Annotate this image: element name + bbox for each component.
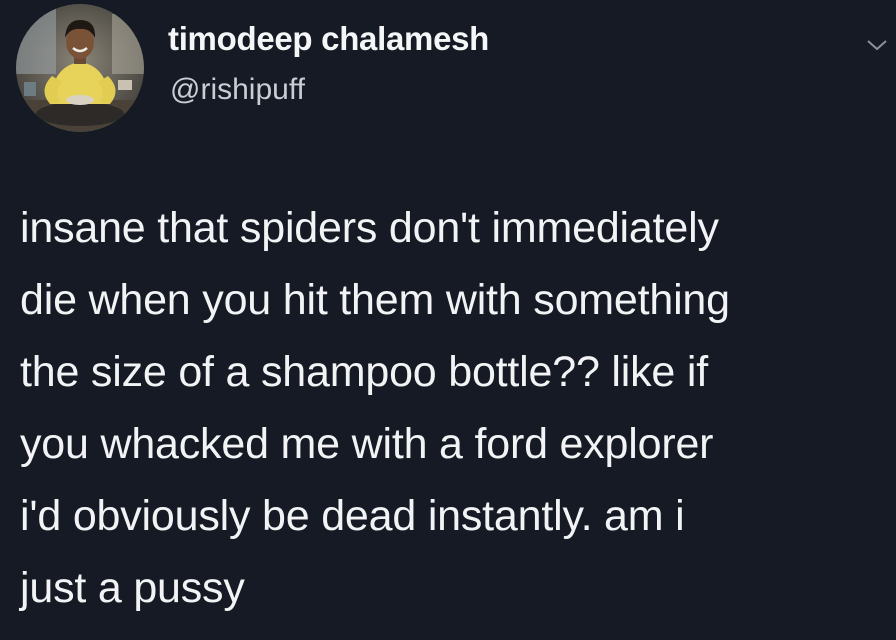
tweet-text-line: you whacked me with a ford explorer [20, 420, 714, 468]
user-handle[interactable]: @rishipuff [170, 73, 305, 107]
tweet-text-line: just a pussy [20, 564, 245, 612]
tweet-text-line: die when you hit them with something [20, 276, 730, 324]
chevron-down-icon[interactable] [866, 38, 888, 52]
tweet-text-line: the size of a shampoo bottle?? like if [20, 348, 708, 396]
display-name[interactable]: timodeep chalamesh [168, 20, 489, 58]
tweet-card: timodeep chalamesh @rishipuff insane tha… [0, 0, 896, 640]
profile-photo-icon [16, 4, 144, 132]
tweet-text-line: i'd obviously be dead instantly. am i [20, 492, 685, 540]
tweet-text: insane that spiders don't immediately di… [20, 192, 890, 624]
tweet-text-line: insane that spiders don't immediately [20, 204, 719, 252]
avatar[interactable] [16, 4, 144, 132]
